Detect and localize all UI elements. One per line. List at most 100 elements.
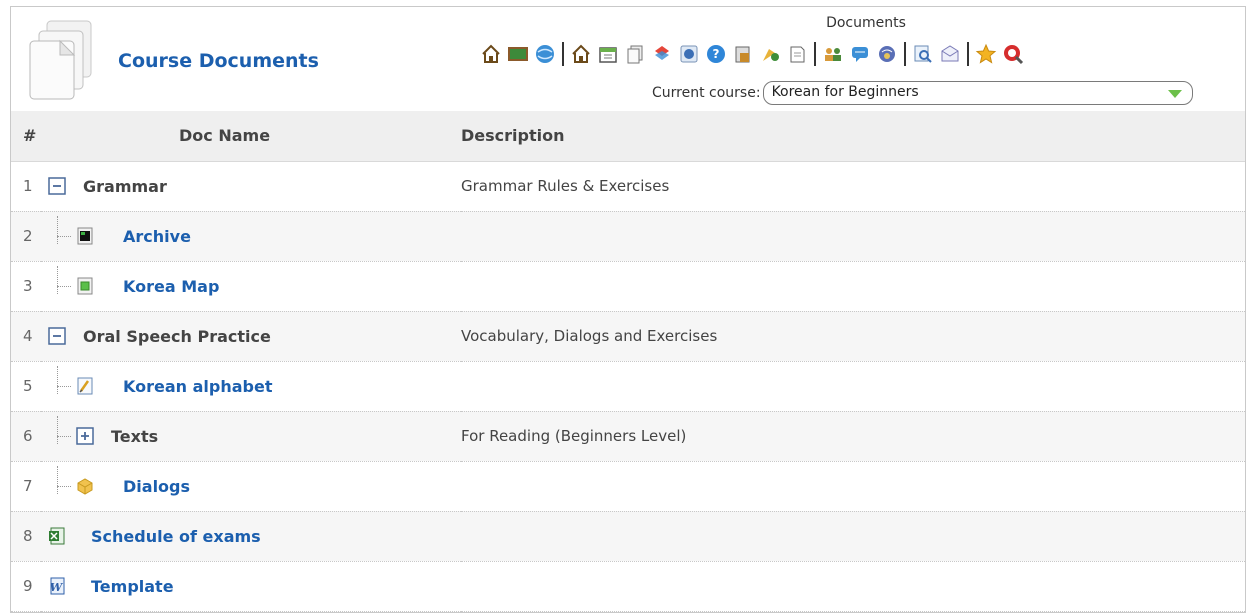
doc-name-cell: Korean alphabet xyxy=(41,361,461,412)
doc-name-wrapper: Oral Speech Practice xyxy=(41,312,461,361)
document-link[interactable]: Schedule of exams xyxy=(91,527,261,546)
table-row: 1 Grammar Grammar Rules & Exercises xyxy=(11,161,1245,212)
table-body: 1 Grammar Grammar Rules & Exercises 2 Archiv… xyxy=(11,161,1245,612)
table-row: 2 Archive xyxy=(11,211,1245,262)
logout-icon[interactable] xyxy=(1001,42,1025,66)
mail-icon[interactable] xyxy=(938,42,962,66)
course-select-value: Korean for Beginners xyxy=(771,84,919,100)
folder-name[interactable]: Texts xyxy=(111,427,158,446)
documents-table: # Doc Name Description 1 Grammar Grammar R… xyxy=(11,111,1245,612)
course-select[interactable]: Korean for Beginners xyxy=(762,81,1193,105)
document-link[interactable]: Template xyxy=(91,577,174,596)
doc-name-wrapper: Korean alphabet xyxy=(41,362,461,411)
dropdown-arrow-icon[interactable] xyxy=(1167,90,1182,98)
row-number: 9 xyxy=(11,561,41,612)
document-link[interactable]: Dialogs xyxy=(123,477,190,496)
excel-file-icon xyxy=(45,524,69,548)
description-cell: Vocabulary, Dialogs and Exercises xyxy=(461,311,1245,362)
table-header-row: # Doc Name Description xyxy=(11,111,1245,162)
tree-connector xyxy=(41,362,73,411)
doc-name-cell: Korea Map xyxy=(41,261,461,312)
document-link[interactable]: Korea Map xyxy=(123,277,219,296)
doc-name-wrapper: Schedule of exams xyxy=(41,512,461,561)
table-row: 3 Korea Map xyxy=(11,261,1245,312)
folder-name[interactable]: Oral Speech Practice xyxy=(83,327,271,346)
toolbar-caption: Documents xyxy=(826,15,906,31)
row-number: 7 xyxy=(11,461,41,512)
page-title[interactable]: Course Documents xyxy=(118,50,319,72)
doc-name-wrapper: Texts xyxy=(41,412,461,461)
description-cell xyxy=(461,511,1245,562)
globe-icon[interactable] xyxy=(533,42,557,66)
tree-connector xyxy=(41,462,73,511)
description-cell: Grammar Rules & Exercises xyxy=(461,161,1245,212)
forum-icon[interactable] xyxy=(875,42,899,66)
doc-name-cell: Archive xyxy=(41,211,461,262)
column-header-number[interactable]: # xyxy=(11,111,41,162)
row-number: 1 xyxy=(11,161,41,212)
tree-connector xyxy=(41,262,73,311)
table-row: 7 Dialogs xyxy=(11,461,1245,512)
row-number: 4 xyxy=(11,311,41,362)
doc-name-cell: Oral Speech Practice xyxy=(41,311,461,362)
package-icon xyxy=(73,474,97,498)
row-number: 2 xyxy=(11,211,41,262)
star-icon[interactable] xyxy=(974,42,998,66)
toolbar-separator xyxy=(814,42,816,66)
table-row: 9 W Template xyxy=(11,561,1245,612)
doc-name-cell: Grammar xyxy=(41,161,461,212)
svg-text:W: W xyxy=(50,581,64,594)
puzzle-icon[interactable] xyxy=(650,42,674,66)
toolbar-separator xyxy=(967,42,969,66)
folder-name[interactable]: Grammar xyxy=(83,177,167,196)
row-number: 5 xyxy=(11,361,41,412)
column-header-description[interactable]: Description xyxy=(461,111,1245,162)
collapse-icon[interactable] xyxy=(45,174,69,198)
doc-name-cell: Schedule of exams xyxy=(41,511,461,562)
paint-icon[interactable] xyxy=(758,42,782,66)
collapse-icon[interactable] xyxy=(45,324,69,348)
doc-name-cell: Dialogs xyxy=(41,461,461,512)
doc-name-wrapper: Grammar xyxy=(41,162,461,211)
home-icon[interactable] xyxy=(569,42,593,66)
description-cell xyxy=(461,211,1245,262)
chat-icon[interactable] xyxy=(848,42,872,66)
column-header-doc-name[interactable]: Doc Name xyxy=(41,111,461,162)
svg-text:?: ? xyxy=(713,47,720,61)
doc-name-wrapper: Korea Map xyxy=(41,262,461,311)
description-cell xyxy=(461,261,1245,312)
course-label: Current course: xyxy=(652,85,761,101)
table-row: 8 Schedule of exams xyxy=(11,511,1245,562)
home-icon[interactable] xyxy=(479,42,503,66)
row-number: 8 xyxy=(11,511,41,562)
toolbar: ? xyxy=(479,37,1241,71)
description-cell xyxy=(461,361,1245,412)
table-row: 5 Korean alphabet xyxy=(11,361,1245,412)
toolbar-separator xyxy=(904,42,906,66)
search-icon[interactable] xyxy=(911,42,935,66)
description-cell xyxy=(461,561,1245,612)
text-file-icon xyxy=(73,374,97,398)
doc-name-cell: Texts xyxy=(41,411,461,462)
word-file-icon: W xyxy=(45,574,69,598)
toolbar-separator xyxy=(562,42,564,66)
blackboard-icon[interactable] xyxy=(506,42,530,66)
disc-icon[interactable] xyxy=(677,42,701,66)
documents-icon[interactable] xyxy=(623,42,647,66)
row-number: 3 xyxy=(11,261,41,312)
course-documents-panel: Course Documents Documents ? Current cou… xyxy=(10,6,1246,613)
gradebook-icon[interactable] xyxy=(731,42,755,66)
document-link[interactable]: Archive xyxy=(123,227,191,246)
calendar-icon[interactable] xyxy=(596,42,620,66)
image-file-icon xyxy=(73,274,97,298)
help-icon[interactable]: ? xyxy=(704,42,728,66)
documents-stack-icon xyxy=(29,20,92,100)
users-icon[interactable] xyxy=(821,42,845,66)
header: Course Documents Documents ? Current cou… xyxy=(11,7,1245,111)
description-cell xyxy=(461,461,1245,512)
document-link[interactable]: Korean alphabet xyxy=(123,377,272,396)
expand-icon[interactable] xyxy=(73,424,97,448)
table-row: 6 Texts For Reading (Beginners Level) xyxy=(11,411,1245,462)
tree-connector xyxy=(41,412,73,461)
notes-icon[interactable] xyxy=(785,42,809,66)
